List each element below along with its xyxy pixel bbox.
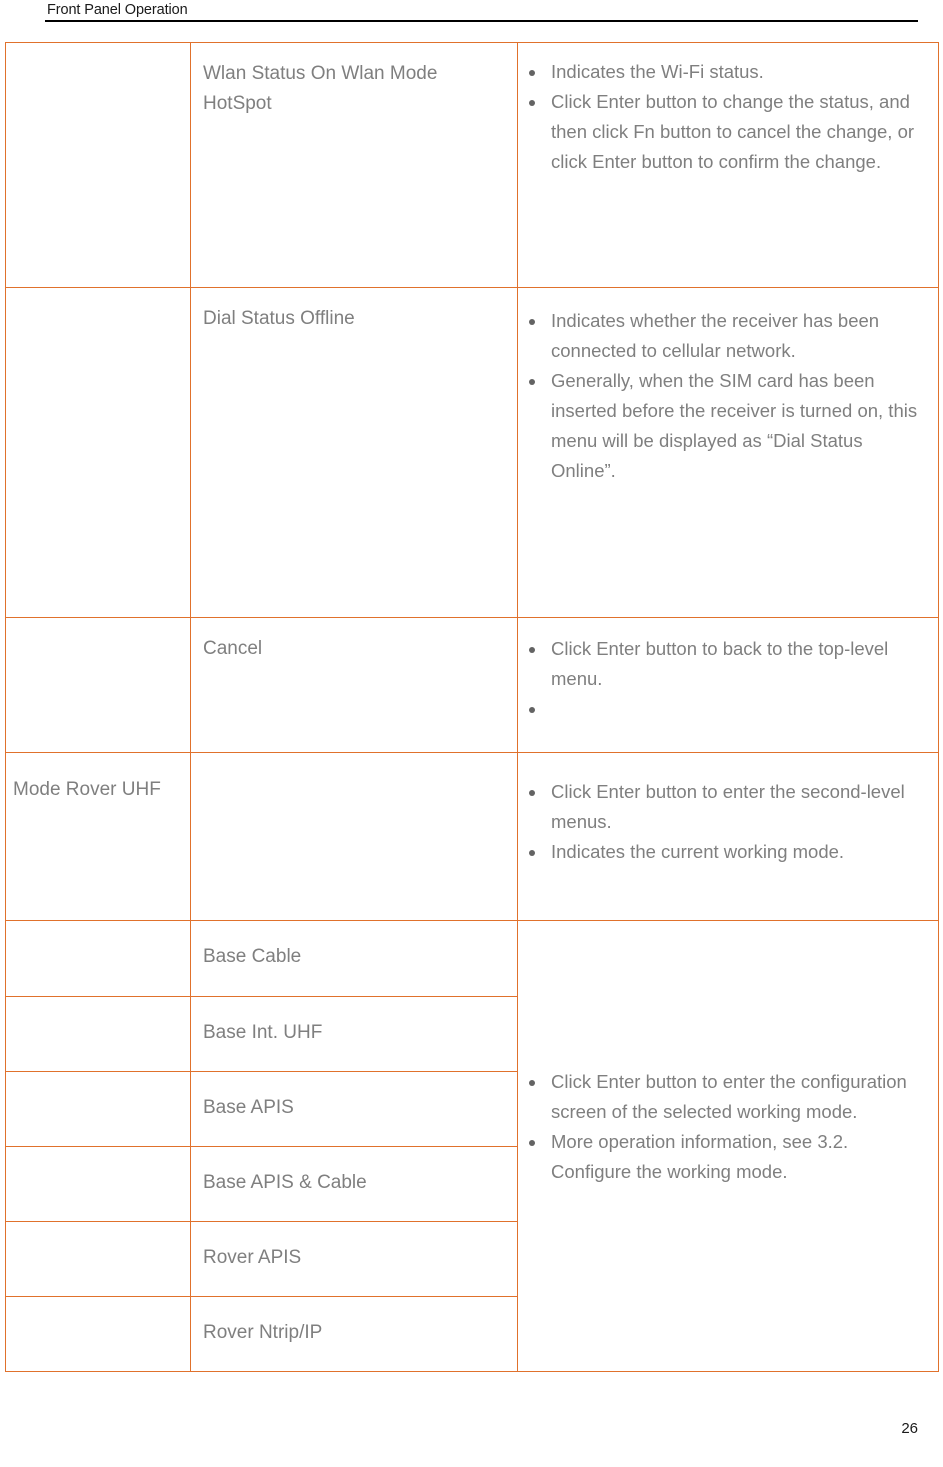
- notes-list: Click Enter button to enter the second-l…: [518, 777, 928, 867]
- mode-item-base-apis-label: Base APIS: [203, 1097, 294, 1118]
- notes-list: Indicates the Wi-Fi status. Click Enter …: [518, 57, 928, 177]
- row-wlan-status-level1-label: [6, 43, 190, 69]
- note-item: Click Enter button to change the status,…: [518, 87, 928, 177]
- note-item-empty: [518, 694, 928, 724]
- page-running-header: Front Panel Operation: [0, 0, 943, 28]
- mode-item-rover-ntrip-ip-label: Rover Ntrip/IP: [203, 1322, 323, 1343]
- row-cancel-level2-cell: Cancel: [190, 617, 518, 753]
- row-mode-rover-uhf-level2-cell: [190, 752, 518, 921]
- table-row: Wlan Status On Wlan Mode HotSpot Indicat…: [5, 42, 939, 288]
- row-cancel-level1-cell: [5, 617, 191, 753]
- mode-item-base-cable-label: Base Cable: [203, 946, 302, 967]
- row-base-cable-level2-cell: Base Cable: [190, 920, 518, 997]
- row-dial-status-level1-cell: [5, 287, 191, 618]
- row-mode-rover-uhf-level1-cell: Mode Rover UHF: [5, 752, 191, 921]
- note-item: Indicates the current working mode.: [518, 837, 928, 867]
- notes-list: Click Enter button to back to the top-le…: [518, 634, 928, 724]
- row-wlan-status-level2-cell: Wlan Status On Wlan Mode HotSpot: [190, 42, 518, 288]
- row-mode-rover-uhf-notes-cell: Click Enter button to enter the second-l…: [517, 752, 939, 921]
- row-base-int-uhf-level1-cell: [5, 996, 191, 1072]
- row-wlan-status-level2-label: Wlan Status On Wlan Mode HotSpot: [203, 63, 438, 114]
- row-base-apis-level2-cell: Base APIS: [190, 1071, 518, 1147]
- row-base-cable-level1-cell: [5, 920, 191, 997]
- table-row: Dial Status Offline Indicates whether th…: [5, 287, 939, 618]
- row-base-apis-cable-level1-cell: [5, 1146, 191, 1222]
- mode-item-base-apis-cable-label: Base APIS & Cable: [203, 1172, 367, 1193]
- row-cancel-level1-label: [6, 618, 190, 644]
- row-dial-status-level2-cell: Dial Status Offline: [190, 287, 518, 618]
- row-wlan-status-notes-cell: Indicates the Wi-Fi status. Click Enter …: [517, 42, 939, 288]
- row-cancel-level2-label: Cancel: [203, 638, 263, 659]
- note-item: More operation information, see 3.2. Con…: [518, 1127, 928, 1187]
- working-mode-notes-cell: Click Enter button to enter the configur…: [517, 920, 939, 1372]
- notes-list: Indicates whether the receiver has been …: [518, 306, 928, 486]
- header-divider-rule: [45, 20, 918, 22]
- front-panel-menu-table: Wlan Status On Wlan Mode HotSpot Indicat…: [5, 42, 939, 1372]
- row-dial-status-level2-label: Dial Status Offline: [203, 308, 355, 329]
- row-mode-rover-uhf-level2-label: [191, 753, 517, 779]
- row-base-apis-cable-level2-cell: Base APIS & Cable: [190, 1146, 518, 1222]
- note-item: Generally, when the SIM card has been in…: [518, 366, 928, 486]
- table-row: Base Cable Click Enter button to enter t…: [5, 920, 939, 1372]
- row-dial-status-level1-label: [6, 288, 190, 314]
- row-cancel-notes-cell: Click Enter button to back to the top-le…: [517, 617, 939, 753]
- table-row: Cancel Click Enter button to back to the…: [5, 617, 939, 753]
- row-dial-status-notes-cell: Indicates whether the receiver has been …: [517, 287, 939, 618]
- row-rover-apis-level2-cell: Rover APIS: [190, 1221, 518, 1297]
- mode-item-rover-apis-label: Rover APIS: [203, 1247, 302, 1268]
- row-base-apis-level1-cell: [5, 1071, 191, 1147]
- row-rover-ntrip-ip-level1-cell: [5, 1296, 191, 1372]
- mode-item-base-int-uhf-label: Base Int. UHF: [203, 1022, 323, 1043]
- note-item: Click Enter button to enter the configur…: [518, 1067, 928, 1127]
- note-item: Indicates whether the receiver has been …: [518, 306, 928, 366]
- note-item: Indicates the Wi-Fi status.: [518, 57, 928, 87]
- row-rover-apis-level1-cell: [5, 1221, 191, 1297]
- notes-list: Click Enter button to enter the configur…: [518, 1067, 928, 1187]
- note-item: Click Enter button to enter the second-l…: [518, 777, 928, 837]
- table-row: Mode Rover UHF Click Enter button to ent…: [5, 752, 939, 921]
- row-rover-ntrip-ip-level2-cell: Rover Ntrip/IP: [190, 1296, 518, 1372]
- row-base-int-uhf-level2-cell: Base Int. UHF: [190, 996, 518, 1072]
- page-number: 26: [901, 1420, 918, 1437]
- row-mode-rover-uhf-level1-label: Mode Rover UHF: [13, 779, 161, 800]
- running-header-title: Front Panel Operation: [47, 2, 188, 18]
- row-wlan-status-level1-cell: [5, 42, 191, 288]
- note-item: Click Enter button to back to the top-le…: [518, 634, 928, 694]
